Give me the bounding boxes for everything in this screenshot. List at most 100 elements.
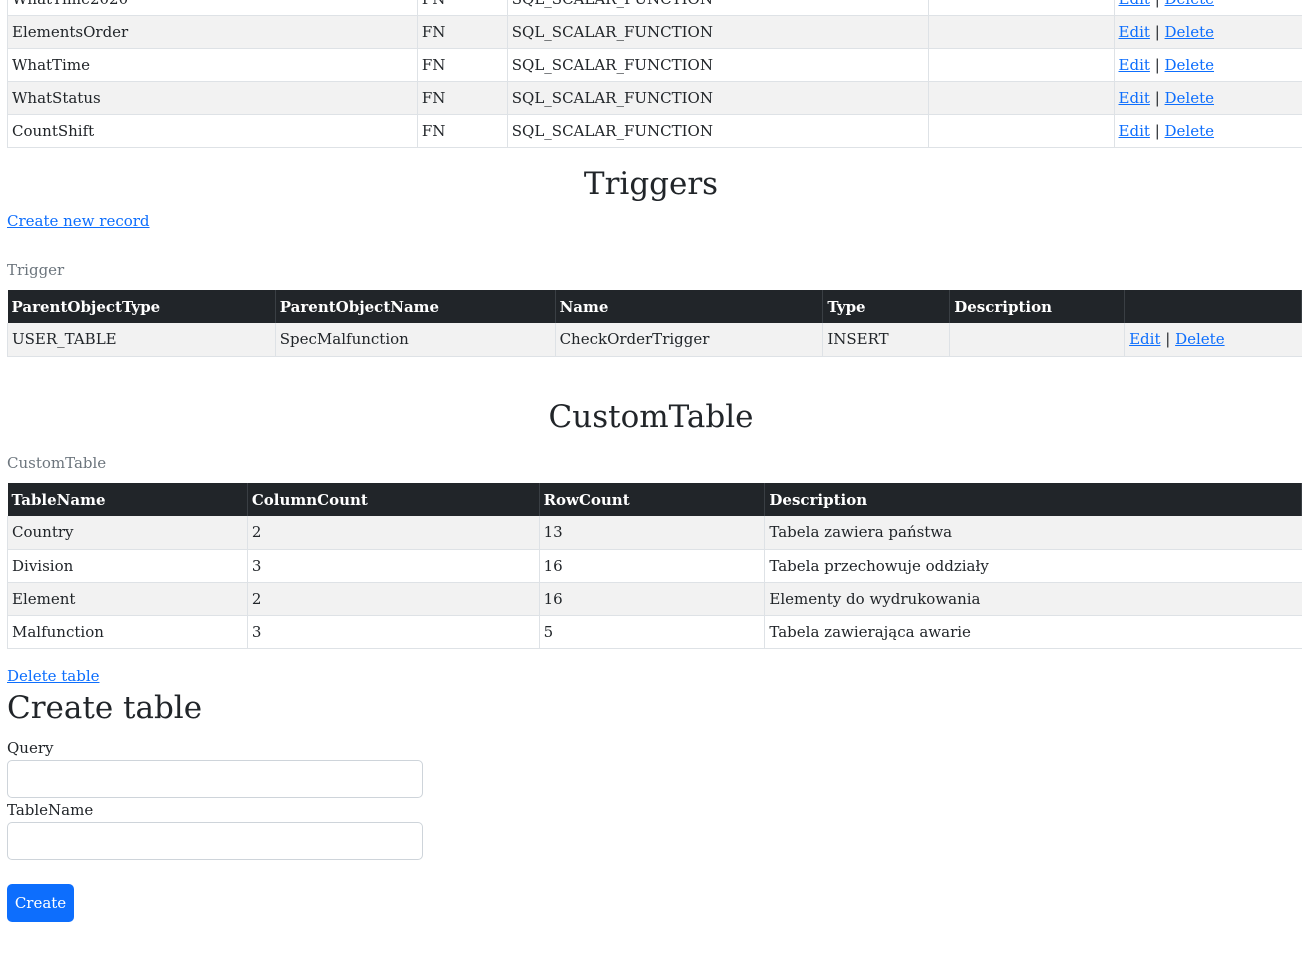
- trigger-type: INSERT: [822, 323, 951, 357]
- function-extra: [928, 15, 1115, 49]
- separator: |: [1165, 330, 1171, 349]
- table-row: Country 2 13 Tabela zawiera państwa: [7, 516, 1302, 550]
- row-actions: Edit | Delete: [1114, 81, 1302, 115]
- column-header: ColumnCount: [247, 483, 540, 516]
- delete-link[interactable]: Delete: [1165, 56, 1214, 74]
- edit-link[interactable]: Edit: [1119, 23, 1150, 41]
- function-extra: [928, 114, 1115, 148]
- triggers-table: ParentObjectType ParentObjectName Name T…: [7, 290, 1302, 357]
- delete-link[interactable]: Delete: [1165, 89, 1214, 107]
- separator: |: [1154, 89, 1160, 107]
- create-table-heading: Create table: [7, 690, 203, 726]
- table-row: CountShift FN SQL_SCALAR_FUNCTION Edit |…: [7, 114, 1302, 148]
- tablename-input[interactable]: [7, 822, 423, 860]
- table-name: Malfunction: [7, 615, 248, 649]
- functions-table: WhatTime2020 FN SQL_SCALAR_FUNCTION Edit…: [7, 0, 1302, 148]
- custom-table: TableName ColumnCount RowCount Descripti…: [7, 483, 1302, 649]
- query-input[interactable]: [7, 760, 423, 798]
- table-row: WhatTime2020 FN SQL_SCALAR_FUNCTION Edit…: [7, 0, 1302, 16]
- table-row: Element 2 16 Elementy do wydrukowania: [7, 582, 1302, 616]
- table-description: Tabela zawierająca awarie: [764, 615, 1302, 649]
- table-row: ElementsOrder FN SQL_SCALAR_FUNCTION Edi…: [7, 15, 1302, 49]
- row-actions: Edit | Delete: [1114, 48, 1302, 82]
- function-type: FN: [417, 81, 508, 115]
- triggers-caption: Trigger: [7, 261, 65, 279]
- delete-link[interactable]: Delete: [1165, 23, 1214, 41]
- custom-table-heading: CustomTable: [548, 399, 754, 435]
- edit-link[interactable]: Edit: [1129, 330, 1160, 348]
- row-actions: Edit | Delete: [1114, 15, 1302, 49]
- row-count: 13: [539, 516, 766, 550]
- edit-link[interactable]: Edit: [1119, 122, 1150, 140]
- row-count: 16: [539, 582, 766, 616]
- row-count: 5: [539, 615, 766, 649]
- table-header-row: ParentObjectType ParentObjectName Name T…: [7, 290, 1302, 323]
- column-header: Description: [764, 483, 1302, 516]
- parent-object-name: SpecMalfunction: [275, 323, 556, 357]
- table-header-row: TableName ColumnCount RowCount Descripti…: [7, 483, 1302, 516]
- column-header: RowCount: [539, 483, 766, 516]
- table-name: Division: [7, 549, 248, 583]
- column-count: 2: [247, 516, 540, 550]
- column-header: Type: [822, 290, 951, 323]
- separator: |: [1155, 0, 1160, 8]
- table-row: USER_TABLE SpecMalfunction CheckOrderTri…: [7, 323, 1302, 357]
- edit-link[interactable]: Edit: [1119, 0, 1150, 8]
- function-name: WhatStatus: [7, 81, 418, 115]
- function-type: FN: [417, 114, 508, 148]
- page: WhatTime2020 FN SQL_SCALAR_FUNCTION Edit…: [0, 0, 1302, 953]
- separator: |: [1154, 122, 1160, 140]
- function-extra: [928, 81, 1115, 115]
- function-name: WhatTime: [7, 48, 418, 82]
- row-actions: Edit | Delete: [1124, 323, 1302, 357]
- delete-link[interactable]: Delete: [1175, 330, 1224, 348]
- delete-table-link[interactable]: Delete table: [7, 667, 100, 685]
- table-name: Country: [7, 516, 248, 550]
- table-description: Elementy do wydrukowania: [764, 582, 1302, 616]
- table-row: Malfunction 3 5 Tabela zawierająca awari…: [7, 615, 1302, 649]
- table-description: Tabela zawiera państwa: [764, 516, 1302, 550]
- table-name: Element: [7, 582, 248, 616]
- delete-link[interactable]: Delete: [1165, 0, 1214, 8]
- triggers-heading: Triggers: [583, 166, 719, 202]
- query-label: Query: [7, 739, 54, 757]
- create-button[interactable]: Create: [7, 884, 74, 922]
- trigger-description: [949, 323, 1126, 357]
- function-name: CountShift: [7, 114, 418, 148]
- row-actions: Edit | Delete: [1114, 0, 1302, 16]
- parent-object-type: USER_TABLE: [7, 323, 276, 357]
- function-type: FN: [417, 15, 508, 49]
- column-header: ParentObjectType: [7, 290, 276, 323]
- tablename-label: TableName: [7, 801, 94, 819]
- custom-table-caption: CustomTable: [7, 454, 107, 472]
- column-header: TableName: [7, 483, 248, 516]
- function-extra: [928, 0, 1115, 16]
- create-new-record-link[interactable]: Create new record: [7, 212, 150, 230]
- table-row: Division 3 16 Tabela przechowuje oddział…: [7, 549, 1302, 583]
- function-type-desc: SQL_SCALAR_FUNCTION: [507, 15, 929, 49]
- trigger-name: CheckOrderTrigger: [555, 323, 824, 357]
- column-count: 2: [247, 582, 540, 616]
- column-header: [1124, 290, 1302, 323]
- column-count: 3: [247, 615, 540, 649]
- edit-link[interactable]: Edit: [1119, 89, 1150, 107]
- separator: |: [1154, 23, 1160, 41]
- function-type-desc: SQL_SCALAR_FUNCTION: [507, 48, 929, 82]
- table-row: WhatStatus FN SQL_SCALAR_FUNCTION Edit |…: [7, 81, 1302, 115]
- table-description: Tabela przechowuje oddziały: [764, 549, 1302, 583]
- delete-link[interactable]: Delete: [1165, 122, 1214, 140]
- row-count: 16: [539, 549, 766, 583]
- column-header: Name: [555, 290, 824, 323]
- column-header: Description: [949, 290, 1126, 323]
- function-type: FN: [417, 0, 508, 16]
- function-name: ElementsOrder: [7, 15, 418, 49]
- function-extra: [928, 48, 1115, 82]
- function-type: FN: [417, 48, 508, 82]
- function-name: WhatTime2020: [7, 0, 418, 16]
- function-type-desc: SQL_SCALAR_FUNCTION: [507, 0, 929, 16]
- separator: |: [1154, 56, 1160, 74]
- row-actions: Edit | Delete: [1114, 114, 1302, 148]
- edit-link[interactable]: Edit: [1119, 56, 1150, 74]
- column-count: 3: [247, 549, 540, 583]
- function-type-desc: SQL_SCALAR_FUNCTION: [507, 114, 929, 148]
